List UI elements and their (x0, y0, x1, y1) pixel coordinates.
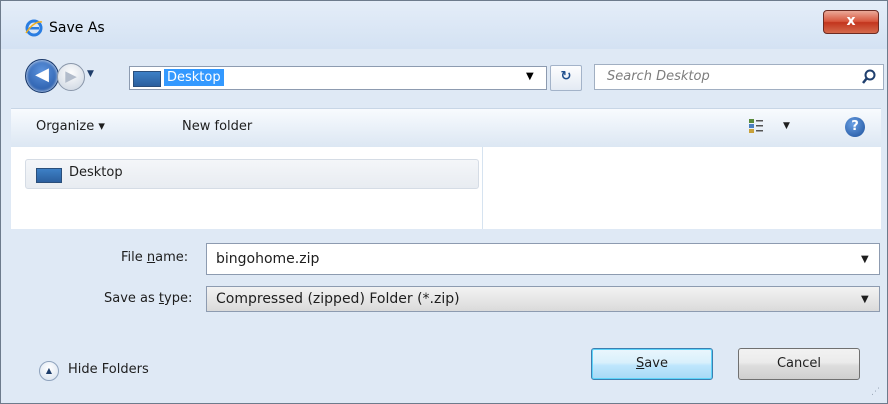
window-title: Save As (49, 20, 105, 36)
view-options-dropdown-icon[interactable]: ▼ (783, 121, 790, 131)
folder-item-label: Desktop (69, 165, 123, 180)
cancel-button[interactable]: Cancel (738, 348, 860, 380)
title-bar[interactable]: Save As x (1, 1, 887, 49)
navigation-pane: Desktop (11, 147, 881, 229)
desktop-icon (133, 71, 161, 87)
save-as-type-label: Save as type: (104, 291, 193, 306)
organize-menu[interactable]: Organize ▾ (36, 119, 105, 134)
back-button[interactable]: ◀ (25, 59, 59, 93)
recent-locations-dropdown-icon[interactable]: ▼ (87, 69, 94, 79)
help-icon[interactable]: ? (845, 117, 865, 137)
internet-explorer-icon (25, 19, 43, 37)
search-icon[interactable] (860, 68, 878, 86)
file-name-label: File name: (121, 250, 189, 265)
address-text: Desktop (164, 69, 224, 86)
refresh-button[interactable]: ↻ (550, 65, 582, 91)
hide-folders-button[interactable]: Hide Folders (68, 362, 149, 377)
forward-button[interactable]: ▶ (57, 63, 85, 91)
address-dropdown-icon[interactable]: ▼ (526, 71, 534, 82)
folder-item-desktop[interactable]: Desktop (25, 159, 479, 189)
search-placeholder: Search Desktop (607, 69, 710, 84)
change-view-icon[interactable] (748, 118, 764, 134)
save-as-type-select[interactable]: Compressed (zipped) Folder (*.zip) ▼ (206, 286, 880, 312)
file-name-field[interactable]: bingohome.zip ▼ (206, 243, 880, 275)
save-as-type-value: Compressed (zipped) Folder (*.zip) (216, 291, 460, 307)
save-as-dialog: Save As x ◀ ▶ ▼ Desktop ▼ ↻ Search Deskt… (0, 0, 888, 404)
desktop-icon (36, 168, 62, 183)
address-bar[interactable]: Desktop ▼ (129, 66, 547, 90)
file-name-value: bingohome.zip (216, 251, 320, 267)
command-bar: Organize ▾ New folder ▼ ? (11, 108, 881, 148)
save-as-type-dropdown-icon[interactable]: ▼ (861, 294, 869, 305)
resize-grip-icon[interactable]: ⋰ (871, 387, 880, 397)
save-button[interactable]: Save (591, 348, 713, 380)
chevron-up-icon[interactable]: ▲ (39, 361, 59, 381)
file-name-dropdown-icon[interactable]: ▼ (861, 254, 869, 265)
search-input[interactable]: Search Desktop (594, 64, 884, 90)
pane-splitter[interactable] (482, 147, 483, 229)
new-folder-button[interactable]: New folder (182, 119, 252, 134)
close-button[interactable]: x (823, 10, 879, 34)
